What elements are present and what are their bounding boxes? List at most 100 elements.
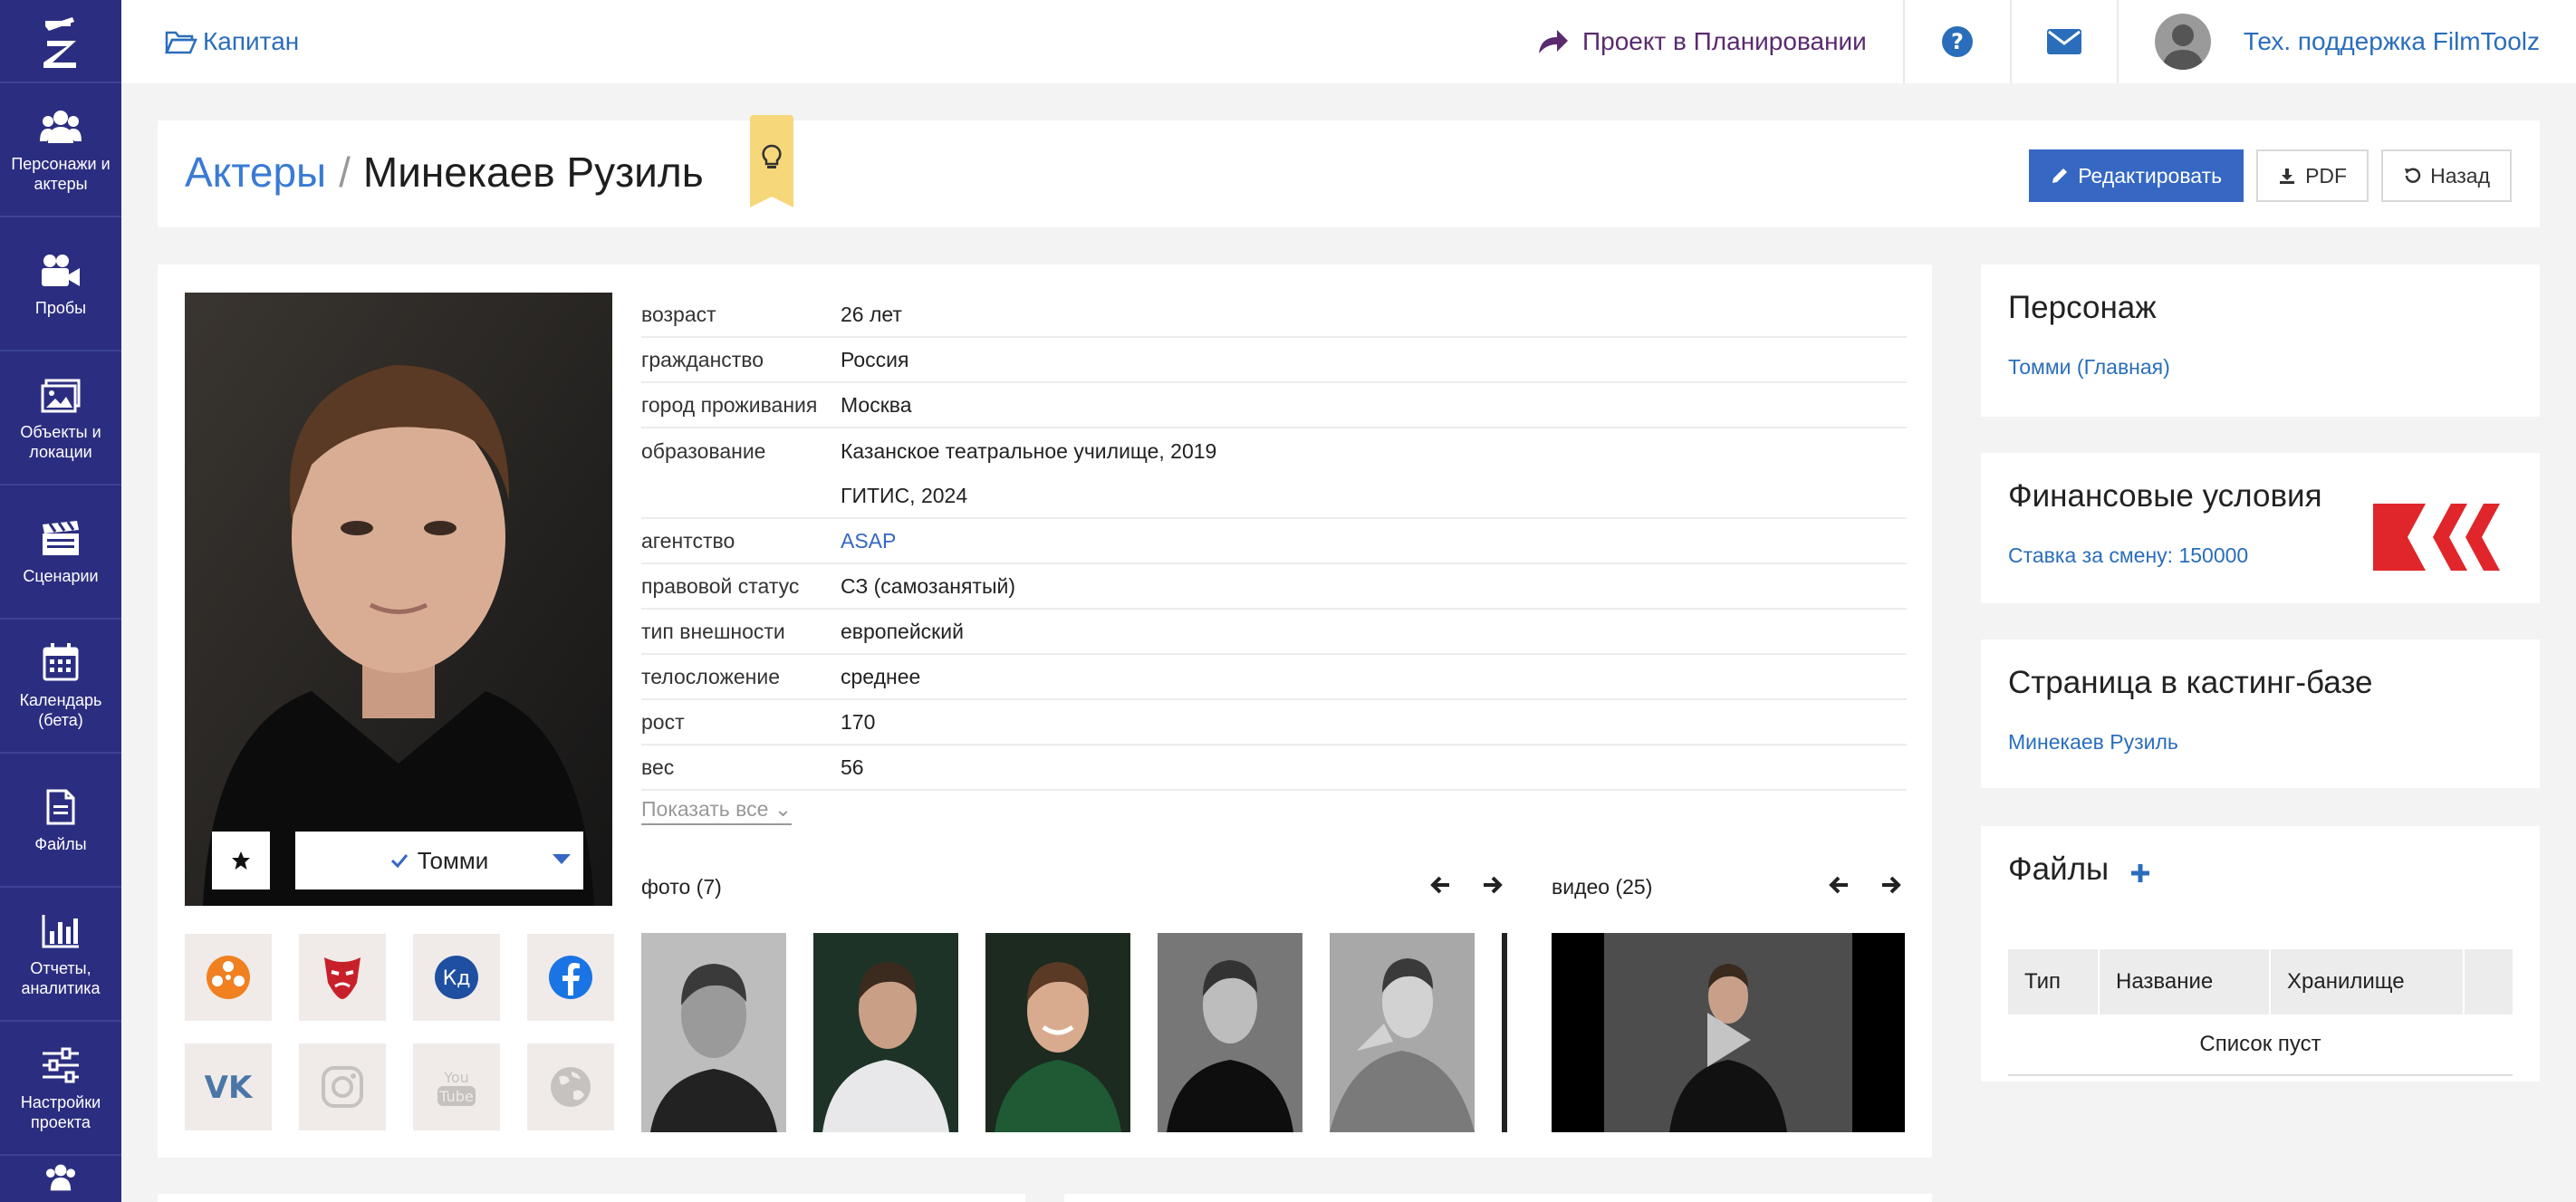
attr-row-appearance: тип внешности европейский [641,610,1907,655]
photo-thumbnail[interactable] [1158,933,1302,1132]
agency-link[interactable]: ASAP [841,529,896,553]
sidebar-item-scripts[interactable]: Сценарии [0,486,121,620]
attr-row-build: телосложение среднее [641,655,1907,700]
character-card: Персонаж Томми (Главная) [1981,264,2540,417]
photos-label: фото (7) [641,875,722,899]
files-card: Файлы Тип Название Хранилище Список пуст [1981,826,2540,1082]
sliders-icon [41,1043,81,1083]
attr-value: 56 [841,755,864,779]
files-title: Файлы [2008,851,2110,887]
svg-text:You: You [443,1069,469,1086]
attr-value: среднее [841,664,921,688]
attr-value: 170 [841,709,876,734]
attr-value: Казанское театральное училище, 2019 [841,438,1217,463]
project-breadcrumb[interactable]: Капитан [165,27,299,56]
video-player[interactable] [1552,933,1905,1132]
attr-key: тип внешности [641,619,785,643]
edit-button[interactable]: Редактировать [2029,149,2244,202]
sidebar-item-reports[interactable]: Отчеты, аналитика [0,888,121,1022]
casting-card: Страница в кастинг-базе Минекаев Рузиль [1981,639,2540,788]
support-link[interactable]: Тех. поддержка FilmToolz [2244,27,2540,56]
actor-main-photo[interactable]: Томми [185,293,612,906]
undo-icon [2405,168,2421,183]
actor-name-title: Минекаев Рузиль [362,149,704,196]
attr-key: возраст [641,302,716,326]
attr-value: Москва [841,392,912,417]
sidebar-item-label: Сценарии [23,567,99,585]
sidebar-item-files[interactable]: Файлы [0,754,121,888]
chevron-down-icon[interactable] [553,854,571,864]
role-select[interactable]: Томми [295,832,583,889]
facebook-icon [549,956,592,999]
youtube-icon: You Tube [437,1069,476,1106]
attr-row-legal-status: правовой статус СЗ (самозанятый) [641,564,1907,610]
sidebar-item-more[interactable] [0,1156,121,1192]
help-button[interactable]: ? [1902,0,2010,83]
column-storage[interactable]: Хранилище [2271,949,2465,1014]
back-label: Назад [2430,163,2490,188]
sidebar-item-label: Персонажи и актеры [11,155,111,193]
bar-chart-icon [41,909,81,949]
website-link[interactable] [527,1043,614,1130]
instagram-link[interactable] [299,1043,386,1130]
check-icon [390,854,408,868]
project-status-label: Проект в Планировании [1582,27,1867,55]
sidebar-item-auditions[interactable]: Пробы [0,217,121,351]
photo-thumbnail-partial[interactable] [1502,933,1507,1132]
kt-logo-icon: Кд [435,956,478,999]
sidebar-item-locations[interactable]: Объекты и локации [0,351,121,486]
favorite-button[interactable] [212,832,270,889]
globe-icon [551,1067,591,1107]
photo-thumbnail[interactable] [641,933,786,1132]
attr-key: телосложение [641,664,781,688]
user-menu[interactable]: Тех. поддержка FilmToolz [2116,0,2576,83]
vk-link[interactable]: VK [185,1043,272,1130]
kinopoisk-pro-logo [2373,504,2500,571]
column-type[interactable]: Тип [2008,949,2100,1014]
breadcrumb-actors[interactable]: Актеры [185,148,326,197]
casting-link[interactable]: Минекаев Рузиль [2008,730,2178,755]
arrow-left-icon[interactable] [1828,875,1850,895]
column-actions [2465,949,2513,1014]
sidebar-item-calendar[interactable]: Календарь (бета) [0,620,121,754]
pdf-button[interactable]: PDF [2256,149,2369,202]
youtube-link[interactable]: You Tube [413,1043,500,1130]
casting-title: Страница в кастинг-базе [2008,665,2373,700]
finance-card: Финансовые условия Ставка за смену: 1500… [1981,453,2540,603]
video-label: видео (25) [1552,875,1653,899]
arrow-left-icon[interactable] [1429,875,1451,895]
back-button[interactable]: Назад [2381,149,2512,202]
app-logo[interactable] [0,0,121,83]
sidebar-item-characters[interactable]: Персонажи и актеры [0,83,121,217]
sidebar-item-settings[interactable]: Настройки проекта [0,1022,121,1156]
finance-title: Финансовые условия [2008,478,2322,514]
character-link[interactable]: Томми (Главная) [2008,355,2170,380]
finance-rate-link[interactable]: Ставка за смену: 150000 [2008,543,2248,568]
arrow-right-icon[interactable] [1880,875,1902,895]
kinopoisk-link[interactable] [185,934,272,1021]
sidebar-item-label: Настройки проекта [20,1093,101,1131]
vk-icon: VK [205,1071,254,1103]
column-name[interactable]: Название [2100,949,2271,1014]
messages-button[interactable] [2009,0,2117,83]
photos-nav [1429,875,1504,895]
facebook-link[interactable] [527,934,614,1021]
show-all-link[interactable]: Показать все ⌄ [641,797,793,825]
theatre-db-link[interactable] [299,934,386,1021]
sidebar-item-label: Календарь (бета) [19,691,102,729]
theatre-mask-icon [324,957,360,999]
hint-bookmark[interactable] [750,115,793,207]
topbar: Капитан Проект в Планировании ? Тех. под… [121,0,2576,83]
attr-key: гражданство [641,347,764,371]
photo-thumbnail[interactable] [985,933,1130,1132]
photo-thumbnail[interactable] [813,933,958,1132]
star-icon [232,851,250,870]
kinoteatr-link[interactable]: Кд [413,934,500,1021]
attr-value: СЗ (самозанятый) [841,573,1015,598]
project-status[interactable]: Проект в Планировании [1537,27,1903,56]
svg-text:Кд: Кд [443,967,471,990]
add-file-icon[interactable] [2129,862,2151,884]
arrow-right-icon[interactable] [1482,875,1504,895]
photo-thumbnail[interactable] [1330,933,1475,1132]
project-name[interactable]: Капитан [203,27,299,56]
